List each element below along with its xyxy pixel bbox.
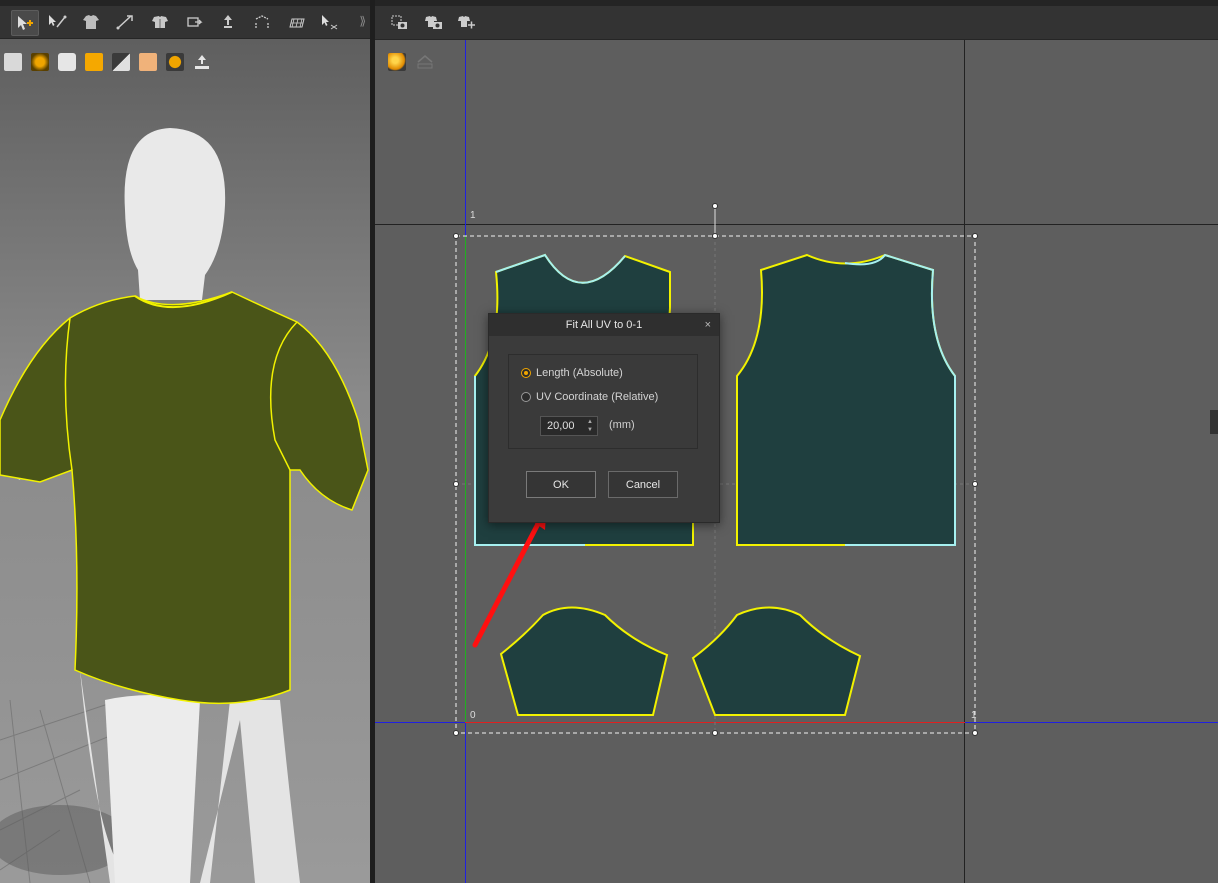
spin-arrows-icon[interactable]: ▲ ▼	[585, 418, 595, 434]
spin-value: 20,00	[547, 420, 575, 432]
option-group: Length (Absolute) UV Coordinate (Relativ…	[508, 354, 698, 449]
avatar-garment-view	[0, 128, 369, 883]
radio-uv-label: UV Coordinate (Relative)	[536, 391, 659, 403]
radio-length-label: Length (Absolute)	[536, 367, 623, 379]
uv-toolbar	[375, 0, 1218, 40]
unit-label: (mm)	[609, 419, 635, 431]
length-spinbox[interactable]: 20,00 ▲ ▼	[540, 416, 598, 436]
sleeve-left	[499, 606, 669, 716]
radio-unselected-icon[interactable]	[521, 392, 531, 402]
close-icon[interactable]: ×	[705, 314, 711, 336]
radio-length-absolute[interactable]: Length (Absolute)	[521, 367, 623, 379]
uv-snapshot-tool-icon[interactable]	[386, 10, 412, 34]
ok-button[interactable]: OK	[526, 471, 596, 498]
radio-selected-icon[interactable]	[521, 368, 531, 378]
dialog-title: Fit All UV to 0-1 ×	[489, 314, 719, 336]
uv-camera-tool-icon[interactable]	[420, 10, 446, 34]
uv-toolbar-top-strip	[375, 0, 1218, 6]
cancel-button[interactable]: Cancel	[608, 471, 678, 498]
dialog-title-text: Fit All UV to 0-1	[565, 319, 643, 331]
3d-viewport[interactable]: ⟫	[0, 0, 370, 883]
fit-uv-dialog: Fit All UV to 0-1 × Length (Absolute) UV…	[488, 313, 720, 523]
side-collapse-handle[interactable]	[1210, 410, 1218, 434]
back-piece	[736, 253, 956, 546]
sleeve-right	[691, 606, 862, 716]
uv-arrange-tool-icon[interactable]	[453, 10, 479, 34]
radio-uv-relative[interactable]: UV Coordinate (Relative)	[521, 391, 658, 403]
